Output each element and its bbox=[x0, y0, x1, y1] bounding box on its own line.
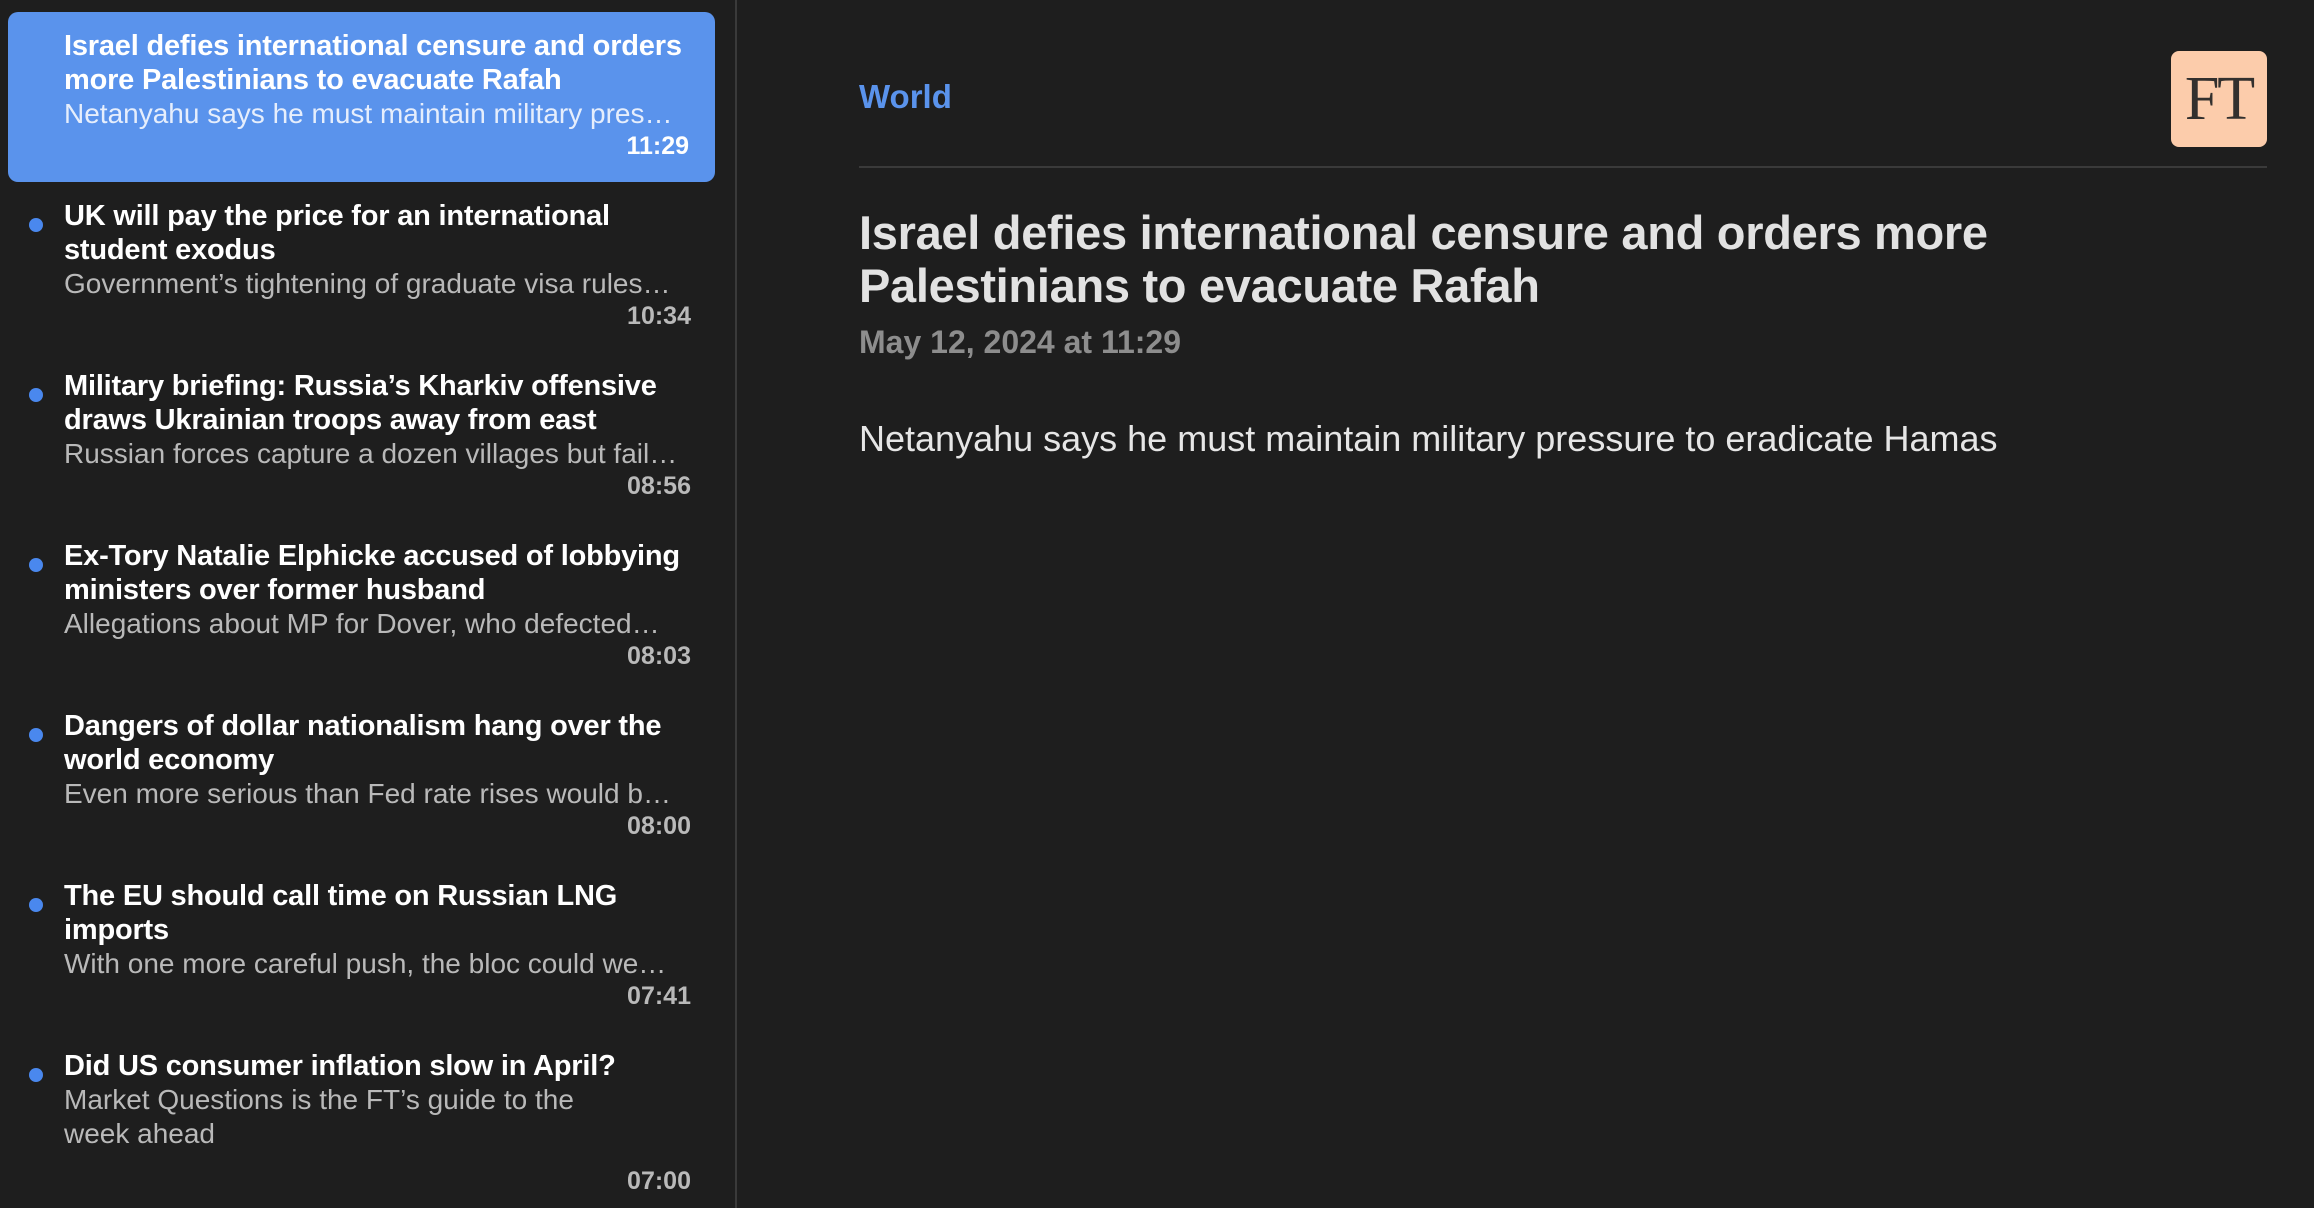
article-list[interactable]: Israel defies international censure and … bbox=[0, 0, 737, 1208]
article-summary: Netanyahu says he must maintain military… bbox=[64, 98, 673, 129]
article-summary: Allegations about MP for Dover, who defe… bbox=[64, 608, 660, 639]
article-date: May 12, 2024 at 11:29 bbox=[859, 324, 1182, 360]
unread-dot-icon bbox=[29, 218, 43, 232]
unread-dot-icon bbox=[29, 728, 43, 742]
article-summary: Russian forces capture a dozen villages … bbox=[64, 438, 678, 469]
article-summary: Government’s tightening of graduate visa… bbox=[64, 268, 671, 299]
article-summary: Market Questions is the FT’s guide to th… bbox=[64, 1084, 574, 1149]
article-time: 10:34 bbox=[627, 302, 691, 330]
article-item[interactable]: Dangers of dollar nationalism hang over … bbox=[8, 692, 715, 862]
article-item[interactable]: Israel defies international censure and … bbox=[8, 12, 715, 182]
article-time: 08:56 bbox=[627, 472, 691, 500]
article-time: 07:41 bbox=[627, 982, 691, 1010]
article-time: 11:29 bbox=[626, 132, 689, 160]
article-title: Did US consumer inflation slow in April? bbox=[64, 1050, 616, 1082]
article-summary: With one more careful push, the bloc cou… bbox=[64, 948, 667, 979]
article-item[interactable]: Military briefing: Russia’s Kharkiv offe… bbox=[8, 352, 715, 522]
article-time: 07:00 bbox=[627, 1167, 691, 1195]
unread-dot-icon bbox=[29, 898, 43, 912]
article-title: The EU should call time on Russian LNG i… bbox=[64, 880, 618, 946]
article-time: 08:00 bbox=[627, 812, 691, 840]
article-title: Military briefing: Russia’s Kharkiv offe… bbox=[64, 370, 657, 436]
unread-dot-icon bbox=[29, 388, 43, 402]
app-window: Israel defies international censure and … bbox=[0, 0, 2314, 1208]
article-time: 08:03 bbox=[627, 642, 691, 670]
article-item[interactable]: The EU should call time on Russian LNG i… bbox=[8, 862, 715, 1032]
section-label[interactable]: World bbox=[859, 78, 952, 116]
divider bbox=[859, 166, 2267, 168]
article-summary: Even more serious than Fed rate rises wo… bbox=[64, 778, 671, 809]
article-item[interactable]: Did US consumer inflation slow in April?… bbox=[8, 1032, 715, 1202]
article-standfirst: Netanyahu says he must maintain military… bbox=[859, 418, 1998, 459]
ft-logo: FT bbox=[2171, 51, 2267, 147]
article-headline: Israel defies international censure and … bbox=[859, 206, 1988, 312]
article-item[interactable]: Ex-Tory Natalie Elphicke accused of lobb… bbox=[8, 522, 715, 692]
article-title: Dangers of dollar nationalism hang over … bbox=[64, 710, 662, 776]
unread-dot-icon bbox=[29, 558, 43, 572]
article-title: UK will pay the price for an internation… bbox=[64, 200, 610, 266]
article-item[interactable]: UK will pay the price for an internation… bbox=[8, 182, 715, 352]
article-title: Israel defies international censure and … bbox=[64, 30, 682, 96]
article-reader: World FT Israel defies international cen… bbox=[737, 0, 2314, 1208]
unread-dot-icon bbox=[29, 1068, 43, 1082]
article-title: Ex-Tory Natalie Elphicke accused of lobb… bbox=[64, 540, 680, 606]
